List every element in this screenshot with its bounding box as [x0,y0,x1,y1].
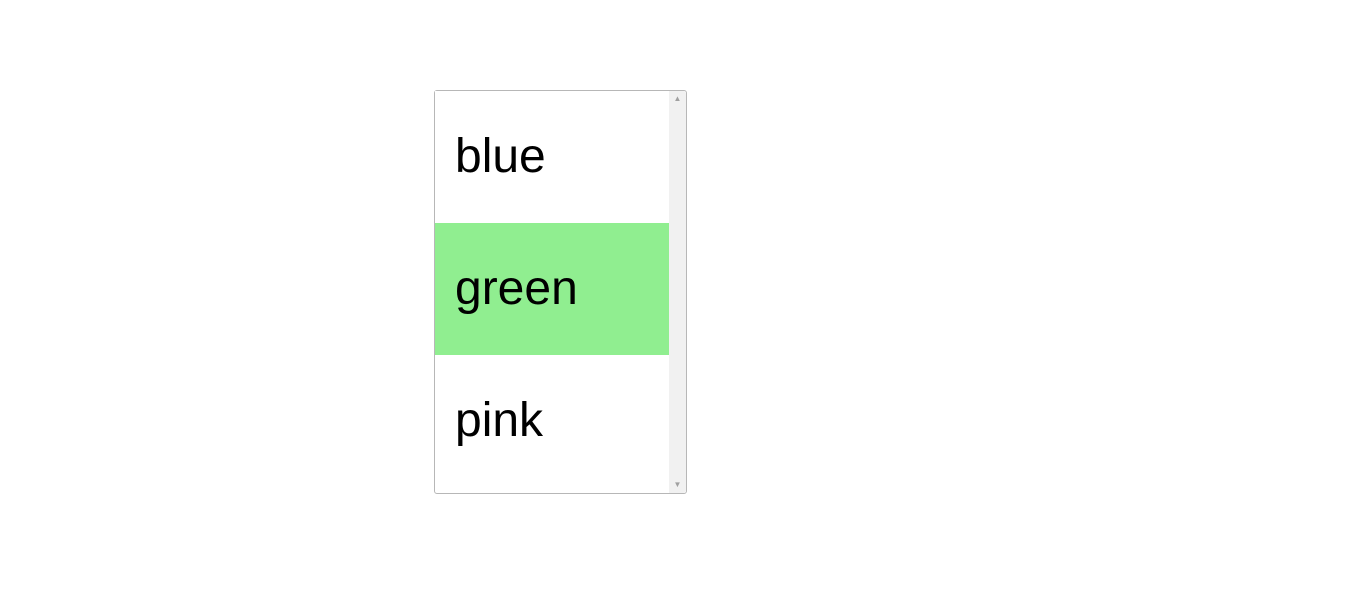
color-listbox[interactable]: blue green pink ▲ ▼ [434,90,687,494]
scroll-down-icon[interactable]: ▼ [674,477,682,493]
option-green[interactable]: green [435,223,669,355]
option-blue[interactable]: blue [435,91,669,223]
scroll-up-icon[interactable]: ▲ [674,91,682,107]
listbox-options: blue green pink [435,91,669,493]
scrollbar[interactable]: ▲ ▼ [669,91,686,493]
option-pink[interactable]: pink [435,355,669,487]
